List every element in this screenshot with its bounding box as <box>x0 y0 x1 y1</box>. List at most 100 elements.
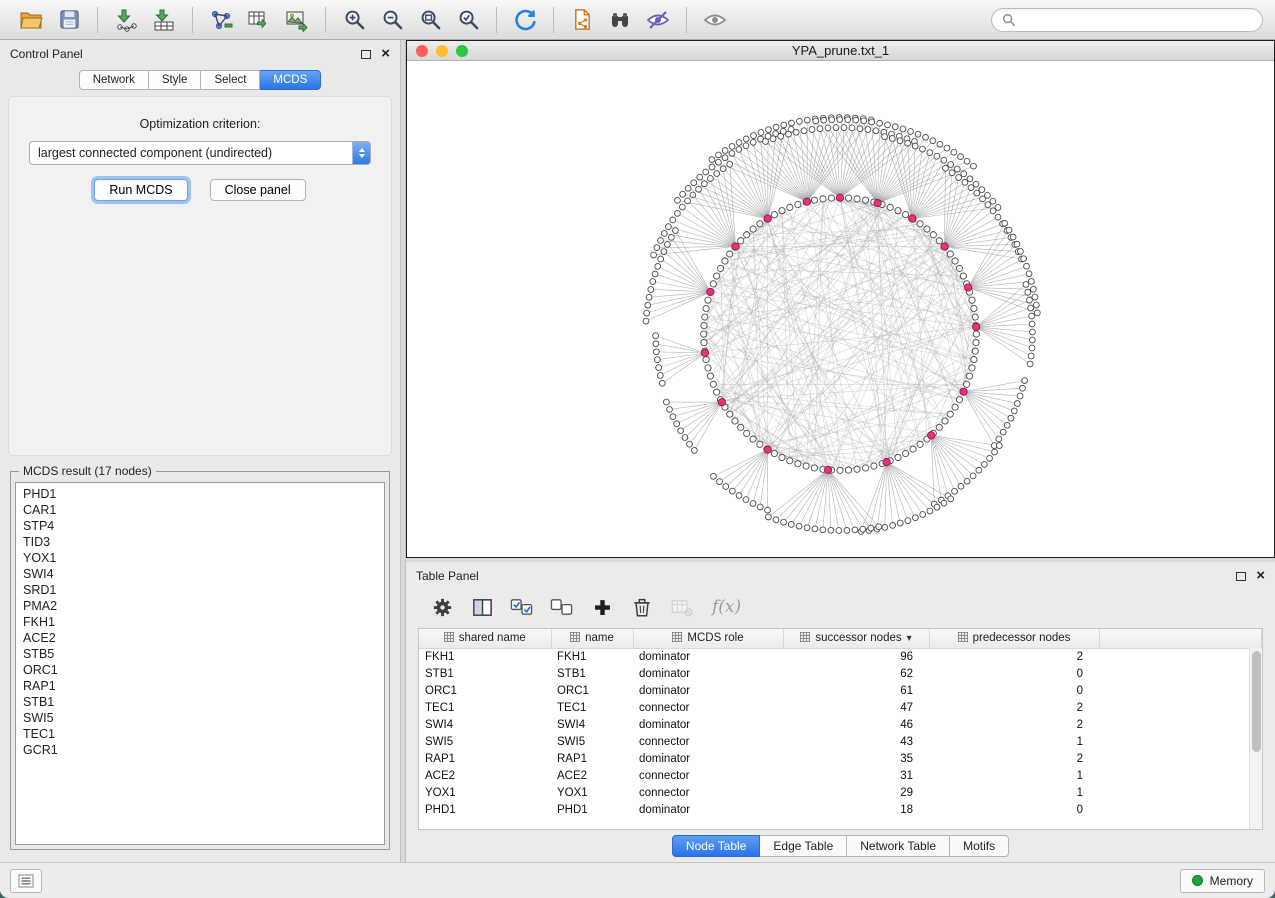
status-bar: Memory <box>0 862 1275 898</box>
main-area: Control Panel × NetworkStyleSelectMCDS O… <box>0 40 1275 862</box>
settings-gear-button[interactable] <box>424 592 460 622</box>
table-row[interactable]: YOX1YOX1connector291 <box>419 784 1262 801</box>
mcds-result-item[interactable]: SWI5 <box>23 710 384 726</box>
cell-mcds-role: dominator <box>633 716 783 733</box>
tab-select[interactable]: Select <box>201 70 260 90</box>
table-row[interactable]: ORC1ORC1dominator610 <box>419 682 1262 699</box>
tab-style[interactable]: Style <box>149 70 202 90</box>
export-image-button[interactable] <box>280 5 314 35</box>
scrollbar-thumb[interactable] <box>1252 651 1261 752</box>
mcds-result-item[interactable]: PHD1 <box>23 486 384 502</box>
tab-edge-table[interactable]: Edge Table <box>760 835 847 857</box>
mcds-result-item[interactable]: TEC1 <box>23 726 384 742</box>
tab-network-table[interactable]: Network Table <box>847 835 950 857</box>
table-row[interactable]: RAP1RAP1dominator352 <box>419 750 1262 767</box>
mcds-result-item[interactable]: PMA2 <box>23 598 384 614</box>
table-toolbar: f(x) <box>406 586 1275 628</box>
cell-mcds-role: connector <box>633 784 783 801</box>
search-icon <box>1002 13 1016 27</box>
criterion-dropdown[interactable]: largest connected component (undirected) <box>29 141 371 165</box>
open-file-button[interactable] <box>14 5 48 35</box>
run-mcds-button[interactable]: Run MCDS <box>94 179 187 201</box>
table-row[interactable]: TEC1TEC1connector472 <box>419 699 1262 716</box>
column-header-successor-nodes[interactable]: successor nodes▾ <box>783 629 929 648</box>
tab-mcds[interactable]: MCDS <box>260 70 321 90</box>
mcds-result-item[interactable]: SRD1 <box>23 582 384 598</box>
node-table: shared namenameMCDS rolesuccessor nodes▾… <box>418 628 1263 830</box>
close-panel-icon[interactable]: × <box>381 49 390 59</box>
cell-name: FKH1 <box>551 648 633 665</box>
mcds-result-item[interactable]: STB1 <box>23 694 384 710</box>
show-all-button[interactable] <box>698 5 732 35</box>
refresh-layout-button[interactable] <box>508 5 542 35</box>
column-header-name[interactable]: name <box>551 629 633 648</box>
tab-motifs[interactable]: Motifs <box>950 835 1009 857</box>
mcds-result-item[interactable]: TID3 <box>23 534 384 550</box>
network-canvas[interactable] <box>407 61 1274 557</box>
criterion-value: largest connected component (undirected) <box>30 146 352 160</box>
zoom-selected-button[interactable] <box>451 5 485 35</box>
zoom-in-button[interactable] <box>337 5 371 35</box>
search-input[interactable] <box>1022 13 1252 27</box>
close-window-button[interactable] <box>416 45 428 57</box>
import-table-button[interactable] <box>147 5 181 35</box>
mcds-result-item[interactable]: STB5 <box>23 646 384 662</box>
table-row[interactable]: FKH1FKH1dominator962 <box>419 648 1262 665</box>
mcds-result-item[interactable]: ORC1 <box>23 662 384 678</box>
tab-node-table[interactable]: Node Table <box>672 835 761 857</box>
float-panel-icon[interactable] <box>361 50 371 59</box>
table-row[interactable]: PHD1PHD1dominator180 <box>419 801 1262 818</box>
mcds-result-item[interactable]: YOX1 <box>23 550 384 566</box>
table-row[interactable]: STB1STB1dominator620 <box>419 665 1262 682</box>
table-row[interactable]: ACE2ACE2connector311 <box>419 767 1262 784</box>
cell-successor-nodes: 31 <box>783 767 929 784</box>
search-network-icon <box>608 8 632 32</box>
float-table-panel-icon[interactable] <box>1236 572 1246 581</box>
minimize-window-button[interactable] <box>436 45 448 57</box>
cell-shared-name: PHD1 <box>419 801 551 818</box>
mcds-result-item[interactable]: STP4 <box>23 518 384 534</box>
mcds-result-item[interactable]: GCR1 <box>23 742 384 758</box>
cell-mcds-role: dominator <box>633 682 783 699</box>
mcds-result-item[interactable]: ACE2 <box>23 630 384 646</box>
close-table-panel-icon[interactable]: × <box>1256 571 1265 581</box>
function-builder-button[interactable]: f(x) <box>712 597 741 617</box>
memory-button[interactable]: Memory <box>1180 869 1265 893</box>
zoom-fit-button[interactable] <box>413 5 447 35</box>
control-panel-header: Control Panel × <box>0 40 400 64</box>
select-all-rows-button[interactable] <box>504 592 540 622</box>
mcds-result-item[interactable]: CAR1 <box>23 502 384 518</box>
column-header-shared-name[interactable]: shared name <box>419 629 551 648</box>
export-table-button[interactable] <box>242 5 276 35</box>
hide-selected-button[interactable] <box>641 5 675 35</box>
column-header-MCDS-role[interactable]: MCDS role <box>633 629 783 648</box>
mcds-result-item[interactable]: SWI4 <box>23 566 384 582</box>
add-column-button[interactable] <box>584 592 620 622</box>
dropdown-arrows-icon <box>352 142 370 164</box>
share-document-button[interactable] <box>565 5 599 35</box>
search-network-button[interactable] <box>603 5 637 35</box>
close-mcds-panel-button[interactable]: Close panel <box>210 179 306 201</box>
save-session-button[interactable] <box>52 5 86 35</box>
zoom-fit-icon <box>419 8 442 31</box>
delete-table-disabled-button[interactable] <box>664 592 700 622</box>
column-management-button[interactable] <box>464 592 500 622</box>
cell-shared-name: TEC1 <box>419 699 551 716</box>
tab-network[interactable]: Network <box>79 70 149 90</box>
table-row[interactable]: SWI5SWI5connector431 <box>419 733 1262 750</box>
cell-shared-name: FKH1 <box>419 648 551 665</box>
new-network-button[interactable] <box>204 5 238 35</box>
mcds-result-item[interactable]: RAP1 <box>23 678 384 694</box>
column-header-predecessor-nodes[interactable]: predecessor nodes <box>929 629 1099 648</box>
mcds-tab-content: Optimization criterion: largest connecte… <box>8 96 392 456</box>
maximize-window-button[interactable] <box>456 45 468 57</box>
table-row[interactable]: SWI4SWI4dominator462 <box>419 716 1262 733</box>
delete-columns-button[interactable] <box>624 592 660 622</box>
mcds-result-item[interactable]: FKH1 <box>23 614 384 630</box>
import-network-button[interactable] <box>109 5 143 35</box>
toggle-panel-button[interactable] <box>10 869 42 893</box>
zoom-out-button[interactable] <box>375 5 409 35</box>
table-scrollbar[interactable] <box>1249 648 1262 829</box>
network-titlebar[interactable]: YPA_prune.txt_1 <box>407 41 1274 61</box>
deselect-all-rows-button[interactable] <box>544 592 580 622</box>
